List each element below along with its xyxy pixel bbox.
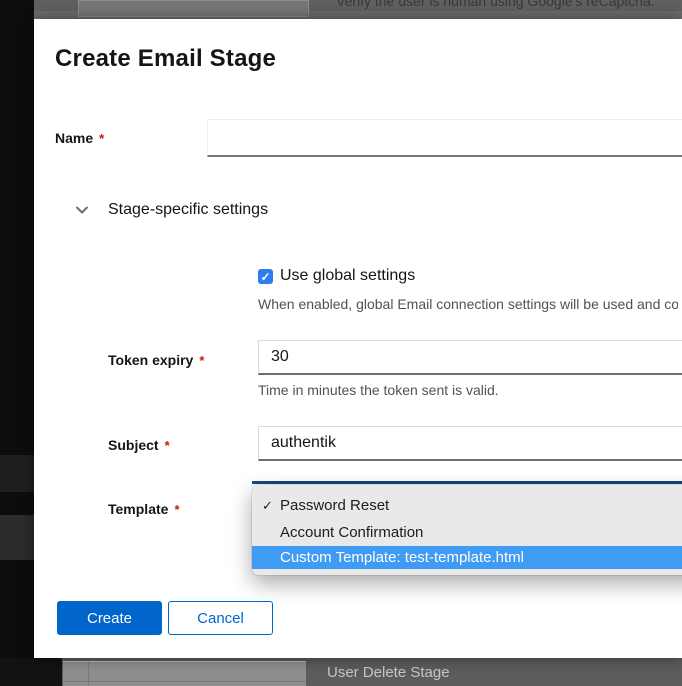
create-email-stage-modal: Create Email Stage Name* Stage-specific …	[34, 19, 682, 658]
backdrop-top-row: Verify the user is human using Google's …	[0, 0, 682, 19]
check-icon: ✓	[262, 498, 276, 514]
token-expiry-input[interactable]	[258, 340, 682, 375]
required-asterisk: *	[174, 502, 179, 517]
template-select[interactable]	[252, 481, 682, 484]
check-icon: ✓	[260, 271, 270, 283]
backdrop-top-table-cell	[78, 0, 309, 17]
use-global-settings-label[interactable]: Use global settings	[280, 267, 415, 285]
template-label: Template*	[108, 501, 180, 517]
required-asterisk: *	[165, 438, 170, 453]
subject-label: Subject*	[108, 437, 170, 453]
table-column-divider	[88, 662, 89, 686]
backdrop-bottom-row: User Delete Stage	[0, 658, 682, 686]
sidebar-item-shade	[0, 455, 34, 492]
backdrop-bottom-sidebar	[0, 658, 62, 686]
table-row-divider	[63, 681, 306, 682]
dropdown-option-custom-template[interactable]: Custom Template: test-template.html	[252, 546, 682, 569]
page-root: Verify the user is human using Google's …	[0, 0, 682, 686]
dropdown-option-password-reset[interactable]: ✓ Password Reset	[252, 492, 682, 519]
dropdown-option-account-confirmation[interactable]: Account Confirmation	[252, 519, 682, 546]
required-asterisk: *	[199, 353, 204, 368]
sidebar-item-shade-active	[0, 515, 34, 560]
app-sidebar	[0, 0, 34, 686]
token-expiry-label: Token expiry*	[108, 352, 204, 368]
backdrop-top-row-text: Verify the user is human using Google's …	[336, 0, 655, 9]
create-button[interactable]: Create	[57, 601, 162, 635]
required-asterisk: *	[99, 131, 104, 146]
template-dropdown-menu: ✓ Password Reset Account Confirmation Cu…	[252, 485, 682, 575]
section-toggle-stage-specific-settings[interactable]: Stage-specific settings	[75, 201, 268, 219]
chevron-down-icon	[75, 203, 89, 217]
name-label: Name*	[55, 130, 104, 146]
backdrop-bottom-table-cell	[63, 661, 306, 686]
modal-title: Create Email Stage	[55, 45, 276, 73]
token-expiry-help: Time in minutes the token sent is valid.	[258, 382, 678, 398]
use-global-settings-checkbox[interactable]: ✓	[258, 269, 273, 284]
use-global-settings-help: When enabled, global Email connection se…	[258, 296, 678, 312]
subject-input[interactable]	[258, 426, 682, 461]
section-label: Stage-specific settings	[108, 201, 268, 219]
backdrop-bottom-row-text: User Delete Stage	[327, 664, 450, 681]
cancel-button[interactable]: Cancel	[168, 601, 273, 635]
name-input[interactable]	[207, 119, 682, 157]
